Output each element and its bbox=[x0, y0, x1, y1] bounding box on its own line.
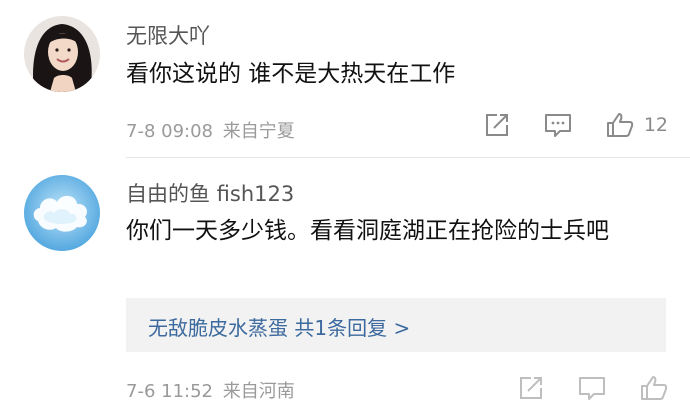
like-button[interactable]: 12 bbox=[606, 112, 668, 138]
like-icon bbox=[641, 376, 668, 400]
share-icon bbox=[520, 377, 542, 399]
comment-date: 7-6 11:52 bbox=[126, 381, 213, 402]
avatar[interactable] bbox=[24, 175, 100, 251]
comment-2: 自由的鱼 fish123 你们一天多少钱。看看洞庭湖正在抢险的士兵吧 无敌脆皮水… bbox=[0, 158, 690, 415]
avatar-cloud bbox=[24, 175, 100, 251]
comment-1: 无限大吖 看你这说的 谁不是大热天在工作 7-8 09:08 来自宁夏 12 bbox=[0, 0, 690, 160]
comment-text: 你们一天多少钱。看看洞庭湖正在抢险的士兵吧 bbox=[126, 218, 609, 244]
like-button[interactable] bbox=[640, 375, 668, 401]
comment-text: 看你这说的 谁不是大热天在工作 bbox=[126, 61, 456, 87]
comment-meta: 7-8 09:08 来自宁夏 bbox=[126, 117, 295, 143]
comment-date: 7-8 09:08 bbox=[126, 121, 213, 142]
comment-actions: 12 bbox=[450, 112, 668, 138]
username[interactable]: 自由的鱼 fish123 bbox=[126, 178, 294, 208]
comment-icon bbox=[544, 114, 571, 137]
reply-button[interactable] bbox=[544, 112, 572, 138]
comment-location: 来自河南 bbox=[222, 381, 295, 402]
like-count: 12 bbox=[643, 114, 668, 136]
share-button[interactable] bbox=[484, 112, 510, 138]
reply-button[interactable] bbox=[578, 375, 606, 401]
comment-actions bbox=[484, 375, 668, 401]
comment-icon bbox=[579, 377, 605, 400]
share-icon bbox=[485, 114, 508, 136]
reply-preview-box[interactable]: 无敌脆皮水蒸蛋 共1条回复 > bbox=[126, 298, 666, 352]
avatar[interactable] bbox=[24, 16, 100, 92]
reply-preview-link[interactable]: 无敌脆皮水蒸蛋 共1条回复 > bbox=[148, 312, 410, 341]
username[interactable]: 无限大吖 bbox=[126, 20, 210, 50]
comment-meta: 7-6 11:52 来自河南 bbox=[126, 377, 295, 403]
like-icon bbox=[606, 113, 633, 137]
share-button[interactable] bbox=[518, 375, 544, 401]
comment-location: 来自宁夏 bbox=[222, 121, 295, 142]
avatar-photo bbox=[24, 16, 100, 92]
